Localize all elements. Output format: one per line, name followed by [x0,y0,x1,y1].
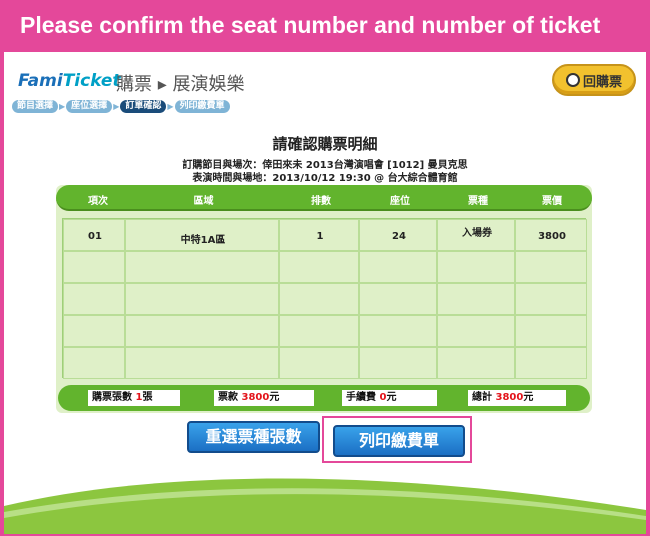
table-cell-text: 24 [392,231,406,242]
table-cell [437,251,515,283]
table-cell [63,315,125,347]
back-icon [565,73,580,87]
table-cell [279,315,359,347]
step-program: 節目選擇 [12,99,59,113]
table-cell: 24 [359,219,437,251]
step-arrow-icon: ▶ [167,101,174,111]
table-body: 01 中特1A區 1 24 入場券 3800 [62,218,587,379]
table-cell [63,251,125,283]
print-payment-slip-button[interactable]: 列印繳費單 [333,425,465,457]
step-order-confirm: 訂單確認 [120,99,167,113]
table-cell: 中特1A區 [125,219,279,251]
table-cell [359,283,437,315]
ticket-table: 項次 區域 排數 座位 票種 票價 01 中特1A區 1 24 入場券 3800 [56,185,592,413]
bottom-decoration [4,478,646,534]
table-cell [125,283,279,315]
table-cell: 01 [63,219,125,251]
table-cell [359,251,437,283]
table-cell: 3800 [515,219,587,251]
ticket-price: 票款 3800元 [214,390,314,406]
table-cell [63,347,125,379]
summary-bar: 購票張數 1張 票款 3800元 手續費 0元 總計 3800元 [58,385,590,411]
table-cell [515,347,587,379]
table-cell [279,251,359,283]
table-cell [63,283,125,315]
table-cell-text: 3800 [538,231,566,242]
step-arrow-icon: ▶ [59,101,66,111]
col-header-zone: 區域 [193,196,214,207]
table-cell-text: 1 [316,231,324,242]
table-cell-text: 入場券 [462,228,492,239]
col-header-seat: 座位 [390,196,410,207]
ticket-count: 購票張數 1張 [88,390,180,406]
service-fee: 手續費 0元 [342,390,437,406]
total-price: 總計 3800元 [468,390,566,406]
back-to-purchase-label: 回購票 [582,74,622,90]
confirm-title: 請確認購票明細 [272,135,378,153]
table-cell [515,283,587,315]
progress-steps: 節目選擇 ▶ 座位選擇 ▶ 訂單確認 ▶ 列印繳費單 [12,99,230,113]
table-cell-text: 中特1A區 [180,235,226,246]
table-cell [437,283,515,315]
table-cell-text: 01 [88,231,102,242]
back-to-purchase-button[interactable]: 回購票 [552,64,636,96]
table-cell [279,283,359,315]
table-cell [359,315,437,347]
table-cell [359,347,437,379]
famiticket-logo: FamiTicket [18,71,121,91]
table-cell: 1 [279,219,359,251]
table-cell [515,251,587,283]
table-cell [279,347,359,379]
table-cell [125,315,279,347]
instruction-banner: Please confirm the seat number and numbe… [0,0,650,52]
section-title: 購票 ▸ 展演娛樂 [116,74,245,95]
table-cell [437,347,515,379]
ticket-panel: FamiTicket 購票 ▸ 展演娛樂 節目選擇 ▶ 座位選擇 ▶ 訂單確認 … [4,52,646,534]
table-cell [125,251,279,283]
col-header-price: 票價 [542,196,562,207]
col-header-ticket-type: 票種 [468,196,488,207]
col-header-row: 排數 [311,196,331,207]
step-seat: 座位選擇 [66,99,113,113]
table-cell: 入場券 [437,219,515,251]
step-print: 列印繳費單 [174,99,230,113]
reselect-tickets-button[interactable]: 重選票種張數 [187,421,320,453]
table-cell [437,315,515,347]
table-cell [515,315,587,347]
col-header-item: 項次 [88,196,108,207]
banner-title: Please confirm the seat number and numbe… [20,12,601,38]
show-time-info: 表演時間與場地：2013/10/12 19:30 @ 台大綜合體育館 [192,173,458,184]
table-cell [125,347,279,379]
step-arrow-icon: ▶ [113,101,120,111]
table-header: 項次 區域 排數 座位 票種 票價 [56,185,592,211]
